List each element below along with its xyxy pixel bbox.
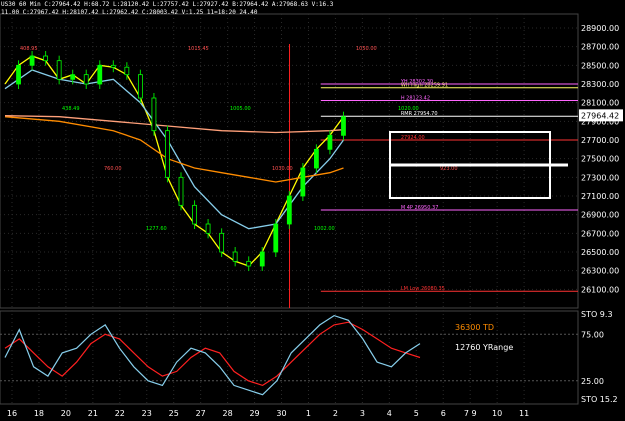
price-tick-label: 27100.00: [581, 192, 619, 201]
candle-body: [43, 55, 49, 62]
candle-body: [259, 251, 265, 267]
price-series-line-3: [4, 115, 344, 134]
stoch-tick-label: 75.00: [581, 330, 604, 339]
candle-body: [286, 195, 292, 225]
price-annotation: 1030.00: [272, 166, 293, 172]
price-tick-label: 27500.00: [581, 155, 619, 164]
stoch-tick-label: STO 15.2: [581, 395, 618, 404]
candle-body: [151, 97, 157, 132]
x-tick-label: 11: [519, 409, 529, 418]
price-tick-label: 28100.00: [581, 99, 619, 108]
candle-body: [341, 116, 346, 136]
candle-body: [83, 74, 89, 85]
x-tick-label: 7 9: [464, 409, 477, 418]
x-tick-label: 3: [360, 409, 365, 418]
x-tick-label: 25: [169, 409, 179, 418]
candle-body: [124, 66, 130, 76]
candle-body: [205, 223, 211, 234]
price-tick-label: 27300.00: [581, 173, 619, 182]
price-series-line-1: [4, 69, 345, 230]
price-tick-label: 26500.00: [581, 248, 619, 257]
candle-body: [192, 204, 197, 225]
x-tick-label: 23: [142, 409, 152, 418]
level-label: LM Low 26080.35: [401, 286, 445, 292]
price-annotation: 1020.00: [398, 106, 419, 112]
candle-body: [219, 232, 225, 253]
candle-body: [232, 251, 238, 262]
stoch-tick-label: STO 9.3: [581, 310, 613, 319]
x-tick-label: 16: [7, 409, 17, 418]
price-annotation: 438.49: [62, 106, 80, 112]
stoch-tick-label: 25.00: [581, 377, 604, 386]
price-tick-label: 28500.00: [581, 61, 619, 70]
x-tick-label: 10: [492, 409, 502, 418]
price-tick-label: 28300.00: [581, 80, 619, 89]
candle-body: [273, 223, 279, 253]
current-price-label: 27964.42: [581, 111, 619, 120]
price-tick-label: 27700.00: [581, 136, 619, 145]
price-annotation: 1002.00: [314, 226, 335, 232]
price-annotation: 760.00: [104, 166, 122, 172]
x-tick-label: 21: [88, 409, 98, 418]
candle-body: [300, 167, 306, 197]
stoch-text-label: 12760 YRange: [455, 343, 513, 352]
x-tick-label: 18: [34, 409, 44, 418]
level-label: YH 28302.30: [400, 79, 433, 85]
price-tick-label: 28900.00: [581, 24, 619, 33]
stoch-text-label: 36300 TD: [455, 323, 494, 332]
x-tick-label: 6: [441, 409, 446, 418]
candle-body: [56, 60, 62, 80]
x-tick-label: 4: [387, 409, 392, 418]
candle-body: [246, 260, 252, 267]
candle-body: [70, 74, 76, 80]
x-tick-label: 1: [306, 409, 311, 418]
candle-body: [137, 74, 143, 99]
x-tick-label: 22: [115, 409, 125, 418]
header-line-2: 11.00 C:27967.42 H:28107.42 L:27962.42 C…: [1, 9, 258, 16]
level-label: 27924.00: [401, 135, 425, 141]
price-tick-label: 26900.00: [581, 211, 619, 220]
level-label: M 4P 26950.37: [401, 205, 439, 211]
header-line-1: US30 60 Min C:27964.42 H:68.72 L:28120.4…: [1, 1, 334, 8]
x-tick-label: 27: [196, 409, 206, 418]
chart-root: 26100.00 26300.00 26500.00 26700.00 26900.00…: [0, 13, 623, 418]
x-tick-label: 28: [223, 409, 233, 418]
candle-body: [110, 64, 116, 68]
price-tick-label: 26100.00: [581, 285, 619, 294]
x-tick-label: 2: [333, 409, 338, 418]
price-tick-label: 26700.00: [581, 229, 619, 238]
price-tick-label: 28700.00: [581, 43, 619, 52]
price-annotation: 1050.00: [356, 46, 377, 52]
price-annotation: 1277.60: [146, 226, 167, 232]
candle-body: [16, 64, 21, 85]
level-label: H 28123.42: [401, 96, 430, 102]
price-annotation: 923.00: [440, 166, 458, 172]
x-tick-label: 30: [276, 409, 286, 418]
x-tick-label: 5: [414, 409, 419, 418]
candle-body: [97, 64, 103, 85]
x-tick-label: 29: [249, 409, 259, 418]
x-tick-label: 20: [61, 409, 71, 418]
candle-body: [327, 134, 333, 150]
price-tick-label: 26300.00: [581, 267, 619, 276]
candle-body: [178, 176, 184, 206]
price-annotation: 1005.00: [230, 106, 251, 112]
candle-body: [313, 148, 319, 169]
price-annotation: 1015.45: [188, 46, 209, 52]
price-annotation: 408.95: [20, 46, 38, 52]
price-panel-border: [0, 13, 579, 309]
candle-body: [29, 55, 35, 66]
candle-body: [165, 130, 170, 178]
level-label: RMR 27954.70: [401, 111, 438, 117]
